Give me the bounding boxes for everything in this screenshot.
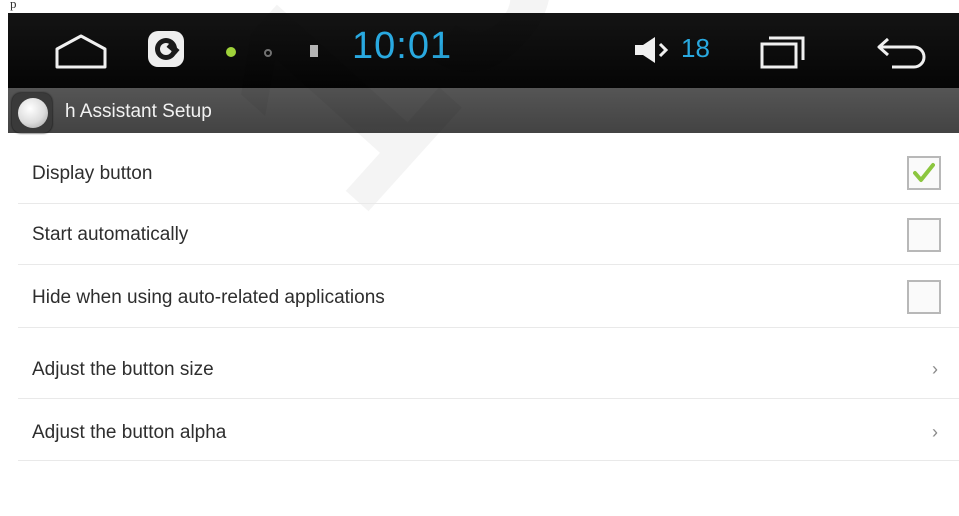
volume-icon[interactable]: [633, 35, 673, 65]
setting-label: Hide when using auto-related application…: [32, 287, 385, 308]
setting-adjust-button-alpha[interactable]: Adjust the button alpha ›: [18, 400, 959, 461]
setting-hide-auto-apps[interactable]: Hide when using auto-related application…: [18, 266, 959, 328]
divider: [18, 398, 959, 399]
clock: 10:01: [352, 25, 453, 67]
home-icon[interactable]: [53, 33, 109, 69]
recent-apps-icon[interactable]: [760, 35, 806, 69]
setting-label: Adjust the button size: [32, 359, 214, 380]
divider: [18, 327, 959, 328]
assistant-ball-icon[interactable]: [12, 93, 52, 133]
setting-adjust-button-size[interactable]: Adjust the button size ›: [18, 336, 959, 399]
setting-start-automatically[interactable]: Start automatically: [18, 204, 959, 265]
notification-dot-icon: [226, 47, 236, 57]
setting-label: Display button: [32, 163, 153, 184]
chevron-right-icon: ›: [932, 422, 938, 442]
chevron-right-icon: ›: [932, 359, 938, 379]
divider: [18, 264, 959, 265]
start-automatically-checkbox[interactable]: [907, 218, 941, 252]
setting-display-button[interactable]: Display button: [18, 140, 959, 204]
back-icon[interactable]: [874, 35, 930, 69]
volume-level: 18: [681, 33, 710, 63]
notification-ring-icon: [264, 49, 272, 57]
setting-label: Start automatically: [32, 224, 189, 245]
checkmark-icon: [913, 163, 935, 182]
system-status-bar: 10:01 18: [8, 13, 959, 88]
hide-auto-apps-checkbox[interactable]: [907, 280, 941, 314]
divider: [18, 460, 959, 461]
top-strip: p: [0, 0, 959, 13]
setting-label: Adjust the button alpha: [32, 422, 227, 443]
page-title: h Assistant Setup: [65, 101, 212, 122]
battery-icon: [310, 45, 318, 57]
settings-icon[interactable]: [146, 29, 186, 69]
top-text-fragment: p: [10, 0, 17, 11]
display-button-checkbox[interactable]: [907, 156, 941, 190]
